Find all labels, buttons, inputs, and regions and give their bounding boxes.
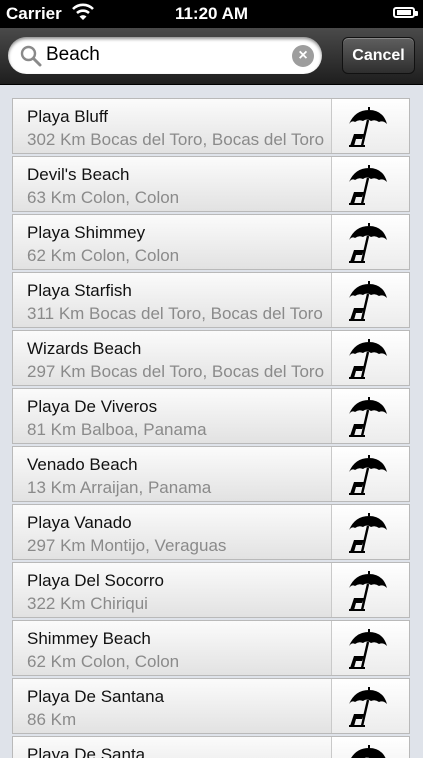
cancel-button[interactable]: Cancel (342, 37, 415, 74)
beach-distance-location: 13 Km Arraijan, Panama (27, 478, 212, 497)
list-item[interactable]: Venado Beach 13 Km Arraijan, Panama (12, 446, 410, 502)
beach-distance-location: 302 Km Bocas del Toro, Bocas del Toro (27, 130, 325, 149)
beach-umbrella-chair-icon (345, 338, 389, 385)
beach-distance-location: 297 Km Montijo, Veraguas (27, 536, 227, 555)
beach-name: Playa De Viveros (27, 397, 158, 416)
list-item-text: Playa De Viveros 81 Km Balboa, Panama (13, 389, 332, 443)
battery-icon (393, 7, 418, 18)
beach-umbrella-chair-icon (345, 512, 389, 559)
list-item-text: Shimmey Beach 62 Km Colon, Colon (13, 621, 332, 675)
beach-name: Playa Bluff (27, 107, 108, 126)
list-item-text: Devil's Beach 63 Km Colon, Colon (13, 157, 332, 211)
list-item-text: Playa Del Socorro 322 Km Chiriqui (13, 563, 332, 617)
beach-distance-location: 62 Km Colon, Colon (27, 246, 180, 265)
status-time: 11:20 AM (174, 4, 249, 23)
beach-distance-location: 311 Km Bocas del Toro, Bocas del Toro (27, 304, 323, 323)
list-item[interactable]: Playa Bluff 302 Km Bocas del Toro, Bocas … (12, 98, 410, 154)
list-item-text: Playa Vanado 297 Km Montijo, Veraguas (13, 505, 332, 559)
results-list[interactable]: Playa Bluff 302 Km Bocas del Toro, Bocas … (12, 98, 410, 758)
list-item[interactable]: Playa Del Socorro 322 Km Chiriqui (12, 562, 410, 618)
beach-umbrella-chair-icon (345, 396, 389, 443)
list-item-text: Wizards Beach 297 Km Bocas del Toro, Boca… (13, 331, 332, 385)
beach-name: Wizards Beach (27, 339, 142, 358)
beach-distance-location: 62 Km Colon, Colon (27, 652, 180, 671)
beach-distance-location: 322 Km Chiriqui (27, 594, 148, 613)
beach-umbrella-chair-icon (345, 280, 389, 327)
beach-name: Playa Starfish (27, 281, 132, 300)
beach-umbrella-chair-icon (345, 222, 389, 269)
list-item-text: Playa De Santana 86 Km (13, 679, 332, 733)
beach-umbrella-chair-icon (345, 628, 389, 675)
beach-umbrella-chair-icon (345, 744, 389, 758)
list-item[interactable]: Playa De Santa (12, 736, 410, 758)
beach-umbrella-chair-icon (345, 106, 389, 153)
beach-distance-location: 63 Km Colon, Colon (27, 188, 180, 207)
list-item[interactable]: Playa Vanado 297 Km Montijo, Veraguas (12, 504, 410, 560)
beach-umbrella-chair-icon (345, 454, 389, 501)
search-icon (20, 45, 42, 72)
list-item[interactable]: Wizards Beach 297 Km Bocas del Toro, Boca… (12, 330, 410, 386)
beach-name: Playa Del Socorro (27, 571, 165, 590)
clear-icon[interactable]: × (292, 45, 314, 67)
search-bar: × Cancel (0, 28, 423, 85)
list-item-text: Playa Bluff 302 Km Bocas del Toro, Bocas … (13, 99, 332, 153)
list-item-text: Playa Starfish 311 Km Bocas del Toro, Boc… (13, 273, 332, 327)
search-field[interactable]: × (8, 37, 322, 74)
beach-name: Devil's Beach (27, 165, 130, 184)
list-item[interactable]: Playa Starfish 311 Km Bocas del Toro, Boc… (12, 272, 410, 328)
list-item[interactable]: Devil's Beach 63 Km Colon, Colon (12, 156, 410, 212)
list-item-text: Venado Beach 13 Km Arraijan, Panama (13, 447, 332, 501)
list-item[interactable]: Shimmey Beach 62 Km Colon, Colon (12, 620, 410, 676)
beach-name: Playa De Santa (27, 745, 146, 758)
beach-umbrella-chair-icon (345, 570, 389, 617)
beach-name: Shimmey Beach (27, 629, 151, 648)
beach-umbrella-chair-icon (345, 686, 389, 733)
beach-umbrella-chair-icon (345, 164, 389, 211)
list-item[interactable]: Playa Shimmey 62 Km Colon, Colon (12, 214, 410, 270)
beach-name: Venado Beach (27, 455, 138, 474)
list-item[interactable]: Playa De Santana 86 Km (12, 678, 410, 734)
beach-distance-location: 81 Km Balboa, Panama (27, 420, 207, 439)
list-item[interactable]: Playa De Viveros 81 Km Balboa, Panama (12, 388, 410, 444)
list-item-text: Playa Shimmey 62 Km Colon, Colon (13, 215, 332, 269)
search-input[interactable] (46, 42, 286, 68)
beach-name: Playa Shimmey (27, 223, 146, 242)
beach-distance-location: 86 Km (27, 710, 77, 729)
beach-distance-location: 297 Km Bocas del Toro, Bocas del Toro (27, 362, 325, 381)
status-bar: Carrier 11:20 AM (0, 0, 423, 28)
list-item-text: Playa De Santa (13, 737, 332, 758)
beach-name: Playa Vanado (27, 513, 132, 532)
beach-name: Playa De Santana (27, 687, 165, 706)
